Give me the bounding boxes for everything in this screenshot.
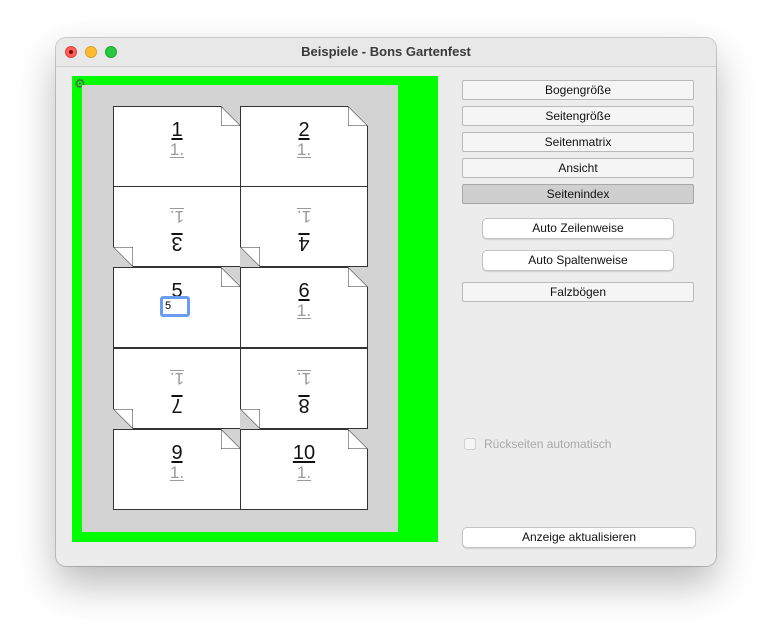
page-sheet-index: 1.	[296, 369, 312, 388]
tab-page-size[interactable]: Seitengröße	[462, 106, 694, 126]
page-number: 4	[298, 232, 310, 254]
sheet-area: 1 1. 2 1. 1. 3 1. 4 5 5 6 1. 1. 7 1. 8 9…	[82, 85, 398, 532]
title-bar: Beispiele - Bons Gartenfest	[56, 38, 716, 67]
auto-columns-button[interactable]: Auto Spaltenweise	[482, 250, 674, 271]
page-sheet-index: 1.	[296, 207, 312, 226]
page-cell-5[interactable]: 5 5	[113, 267, 241, 348]
page-cell-1[interactable]: 1 1.	[113, 106, 241, 187]
page-number: 6	[298, 280, 310, 302]
page-number: 1	[171, 119, 183, 141]
page-cell-3[interactable]: 1. 3	[113, 186, 241, 267]
backsides-auto-checkbox[interactable]	[464, 438, 476, 450]
page-number: 10	[292, 442, 316, 464]
page-cell-8[interactable]: 1. 8	[240, 348, 368, 429]
page-cell-4[interactable]: 1. 4	[240, 186, 368, 267]
imposition-preview: ⚙ 1 1. 2 1. 1. 3 1. 4 5 5 6 1. 1. 7 1. 8…	[72, 76, 438, 542]
refresh-display-button[interactable]: Anzeige aktualisieren	[462, 527, 696, 548]
auto-rows-button[interactable]: Auto Zeilenweise	[482, 218, 674, 239]
page-number: 7	[171, 394, 183, 416]
page-cell-2[interactable]: 2 1.	[240, 106, 368, 187]
page-number: 3	[171, 232, 183, 254]
page-sheet-index: 1.	[296, 463, 312, 482]
page-cell-7[interactable]: 1. 7	[113, 348, 241, 429]
page-number: 9	[171, 442, 183, 464]
page-number: 2	[298, 119, 310, 141]
page-cell-10[interactable]: 10 1.	[240, 429, 368, 510]
page-cell-9[interactable]: 9 1.	[113, 429, 241, 510]
page-sheet-index: 1.	[296, 140, 312, 159]
page-number: 8	[298, 394, 310, 416]
tab-page-matrix[interactable]: Seitenmatrix	[462, 132, 694, 152]
page-sheet-index: 1.	[169, 140, 185, 159]
tab-view[interactable]: Ansicht	[462, 158, 694, 178]
page-cell-6[interactable]: 6 1.	[240, 267, 368, 348]
window-title: Beispiele - Bons Gartenfest	[301, 44, 471, 59]
tab-sheet-size[interactable]: Bogengröße	[462, 80, 694, 100]
tab-page-index[interactable]: Seitenindex	[462, 184, 694, 204]
page-sheet-index: 1.	[296, 301, 312, 320]
page-index-input[interactable]: 5	[160, 296, 190, 317]
backsides-auto-label: Rückseiten automatisch	[484, 437, 612, 451]
page-sheet-index: 1.	[169, 207, 185, 226]
page-sheet-index: 1.	[169, 369, 185, 388]
page-sheet-index: 1.	[169, 463, 185, 482]
app-window: Beispiele - Bons Gartenfest ⚙ 1 1. 2 1. …	[56, 38, 716, 566]
folding-sheets-button[interactable]: Falzbögen	[462, 282, 694, 302]
